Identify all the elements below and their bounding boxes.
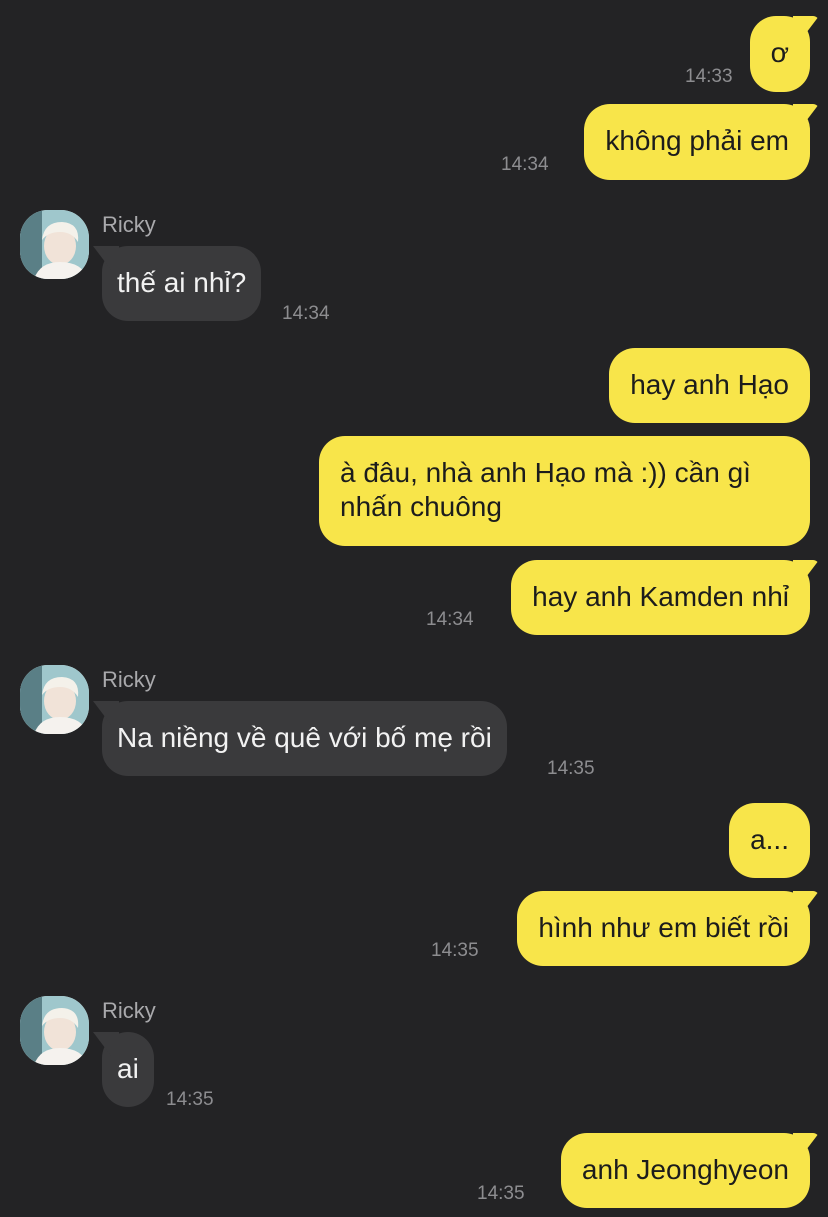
sender-name: Ricky xyxy=(102,998,156,1023)
incoming-message[interactable]: thế ai nhỉ? xyxy=(102,246,262,321)
outgoing-message[interactable]: a... xyxy=(729,803,810,878)
outgoing-message[interactable]: à đâu, nhà anh Hạo mà :)) cần gì nhấn ch… xyxy=(319,436,810,546)
contact-avatar[interactable] xyxy=(20,210,89,279)
contact-avatar[interactable] xyxy=(20,665,89,734)
avatar-photo-icon xyxy=(20,665,89,734)
message-timestamp: 14:35 xyxy=(431,940,479,961)
outgoing-message[interactable]: anh Jeonghyeon xyxy=(560,1133,810,1208)
chat-thread: ơ 14:33 không phải em 14:34 Ricky thế ai… xyxy=(0,0,828,1217)
message-timestamp: 14:34 xyxy=(501,154,549,175)
outgoing-message[interactable]: hay anh Kamden nhỉ xyxy=(511,560,810,635)
outgoing-message[interactable]: không phải em xyxy=(584,104,810,180)
avatar-photo-icon xyxy=(20,210,89,279)
outgoing-message[interactable]: hay anh Hạo xyxy=(609,348,810,423)
message-timestamp: 14:35 xyxy=(166,1089,214,1110)
outgoing-message[interactable]: ơ xyxy=(749,16,810,92)
sender-name: Ricky xyxy=(102,667,156,692)
message-timestamp: 14:34 xyxy=(426,609,474,630)
sender-name: Ricky xyxy=(102,212,156,237)
message-timestamp: 14:35 xyxy=(477,1183,525,1204)
message-timestamp: 14:33 xyxy=(685,66,733,87)
message-timestamp: 14:35 xyxy=(547,758,595,779)
avatar-photo-icon xyxy=(20,996,89,1065)
contact-avatar[interactable] xyxy=(20,996,89,1065)
incoming-message[interactable]: ai xyxy=(102,1032,154,1107)
incoming-message[interactable]: Na niềng về quê với bố mẹ rồi xyxy=(102,701,507,776)
outgoing-message[interactable]: hình như em biết rồi xyxy=(517,891,810,966)
message-timestamp: 14:34 xyxy=(282,303,330,324)
